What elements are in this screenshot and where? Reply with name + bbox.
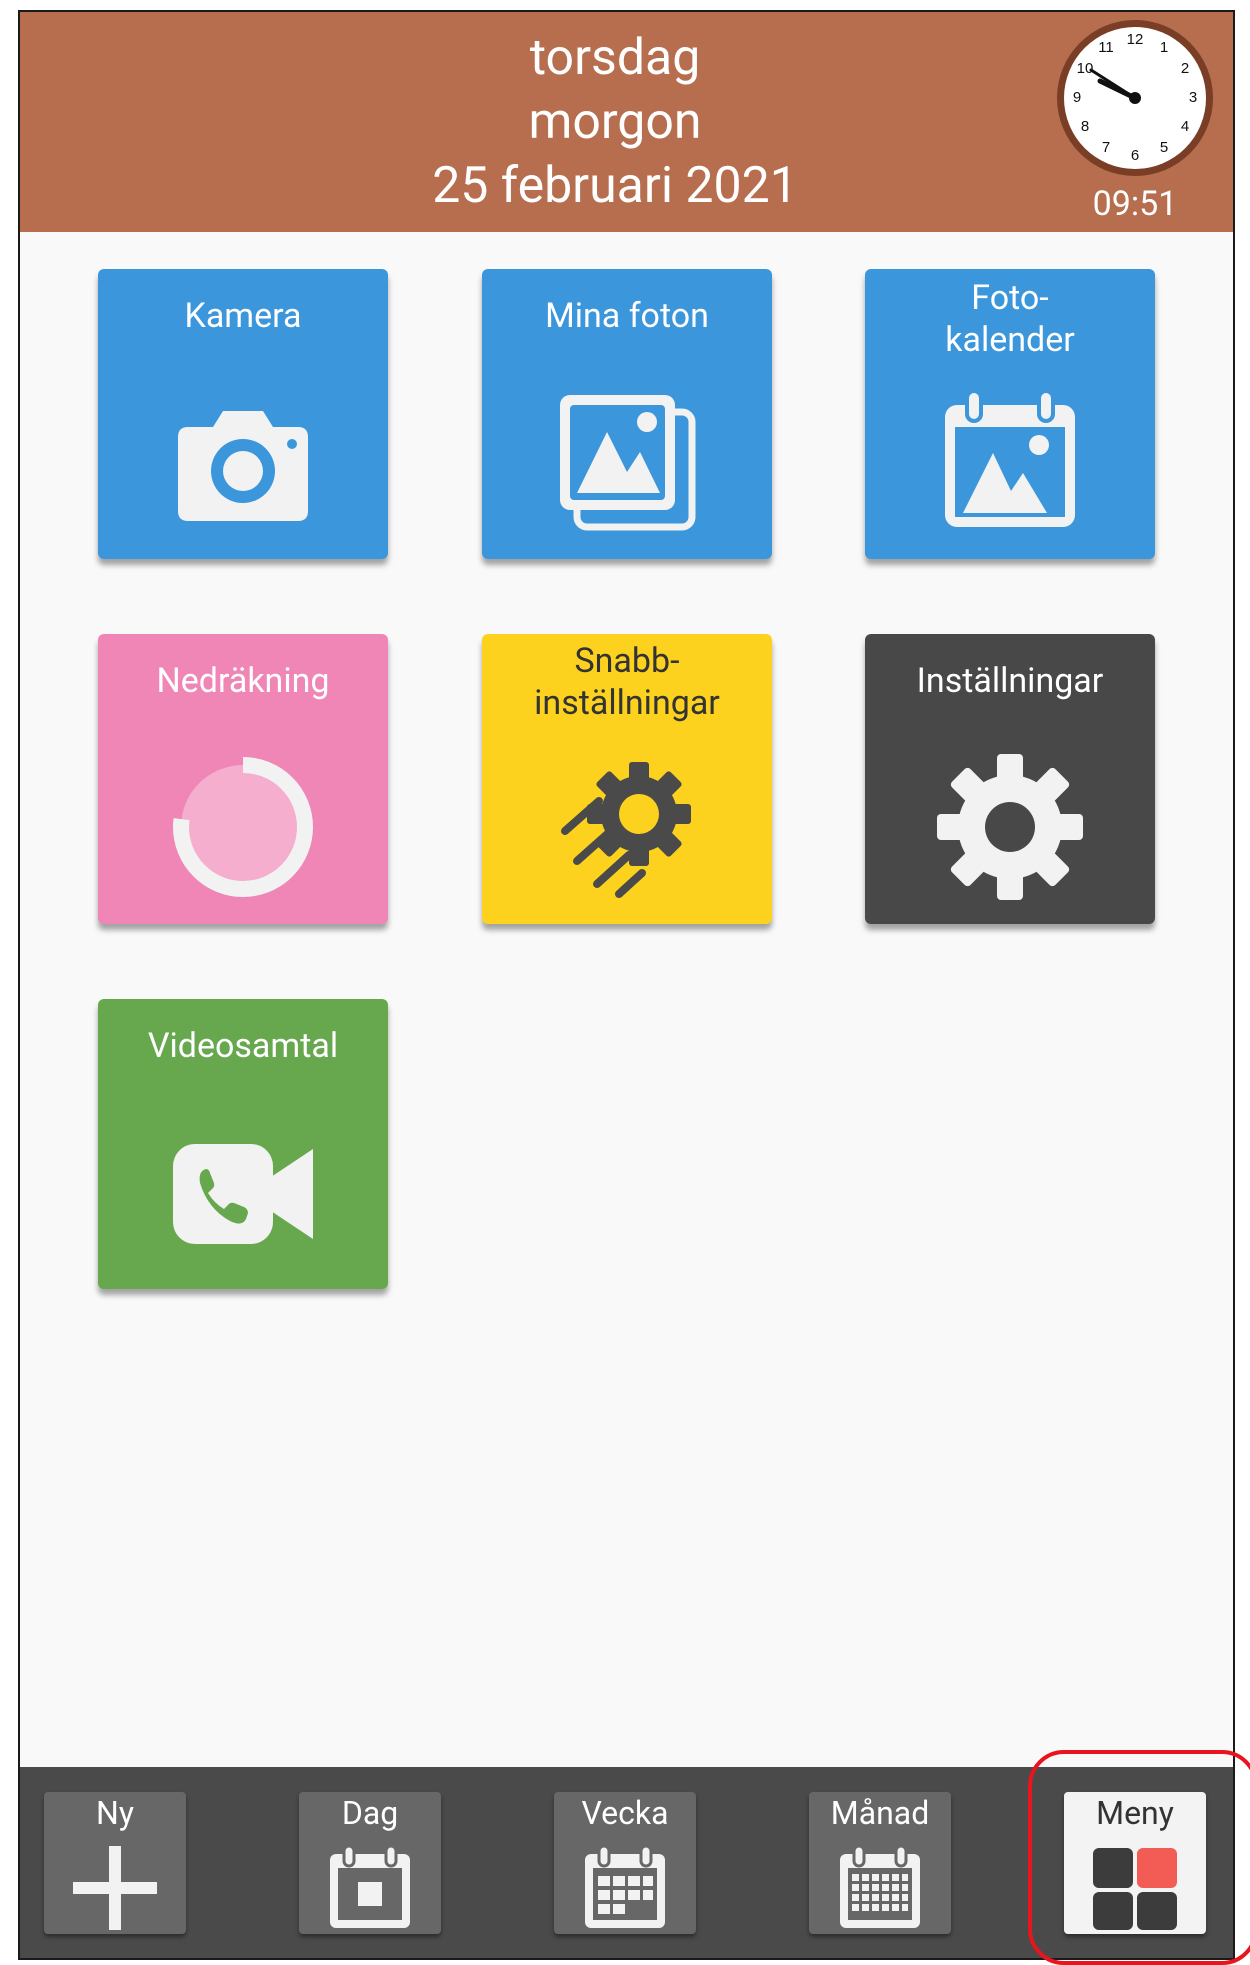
digital-time: 09:51 [1092,184,1178,224]
video-call-tile[interactable]: Videosamtal [98,999,388,1289]
menu-highlight-annotation [1028,1750,1250,1965]
clock-number: 12 [1127,31,1144,48]
date-display: torsdag morgon 25 februari 2021 [20,26,1210,218]
tile-label-line2: kalender [945,320,1075,360]
clock-number: 1 [1160,39,1168,56]
day-period-text: morgon [528,93,702,151]
week-view-button[interactable]: Vecka [554,1792,696,1934]
quick-settings-tile[interactable]: Snabb- inställningar [482,634,772,924]
clock-number: 4 [1181,118,1189,135]
tile-label-line2: inställningar [534,683,720,723]
day-calendar-icon [330,1844,410,1928]
photo-calendar-tile[interactable]: Foto- kalender [865,269,1155,559]
photo-calendar-icon [945,389,1075,527]
clock-number: 6 [1131,147,1139,164]
clock-number: 5 [1160,139,1168,156]
camera-icon [178,411,308,521]
tile-label: Nedräkning [156,661,330,701]
gear-icon [937,754,1083,900]
video-call-icon [173,1144,313,1244]
tile-label: Mina foton [545,296,709,336]
tile-label-line1: Foto- [971,278,1049,318]
clock-number: 8 [1081,118,1089,135]
countdown-icon [173,757,313,897]
nav-label: Månad [830,1794,930,1832]
clock-number: 2 [1181,60,1189,77]
date-text: 25 februari 2021 [432,157,798,215]
new-button[interactable]: Ny [44,1792,186,1934]
app-screen: torsdag morgon 25 februari 2021 12 1 2 3… [18,10,1235,1960]
photos-icon [560,395,696,531]
clock-number: 3 [1189,89,1197,106]
settings-tile[interactable]: Inställningar [865,634,1155,924]
weekday-text: torsdag [529,29,701,87]
clock-number: 7 [1102,139,1110,156]
clock-number: 9 [1073,89,1081,106]
analog-clock-icon: 12 1 2 3 4 5 6 7 8 9 10 11 [1057,20,1213,176]
tile-label: Inställningar [916,661,1104,701]
month-calendar-icon [840,1844,920,1928]
tile-label: Videosamtal [147,1026,339,1066]
month-view-button[interactable]: Månad [809,1792,951,1934]
nav-label: Ny [96,1794,134,1832]
header-bar: torsdag morgon 25 februari 2021 12 1 2 3… [20,12,1233,232]
day-view-button[interactable]: Dag [299,1792,441,1934]
camera-tile[interactable]: Kamera [98,269,388,559]
my-photos-tile[interactable]: Mina foton [482,269,772,559]
nav-label: Vecka [581,1794,669,1832]
nav-label: Dag [341,1794,399,1832]
quick-settings-gear-icon [561,762,691,898]
tile-label: Kamera [184,296,302,336]
clock-number: 10 [1077,60,1094,77]
tile-label-line1: Snabb- [574,641,680,681]
clock-number: 11 [1098,39,1114,56]
plus-icon [73,1846,157,1930]
week-calendar-icon [585,1844,665,1928]
countdown-tile[interactable]: Nedräkning [98,634,388,924]
